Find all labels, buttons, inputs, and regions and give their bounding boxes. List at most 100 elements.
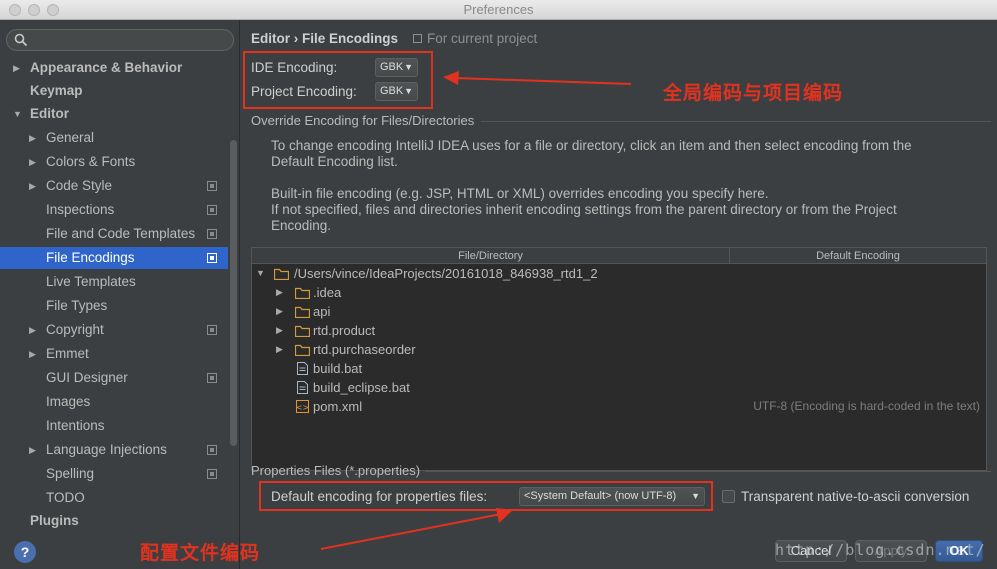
sidebar-item-language-injections[interactable]: ▶ Language Injections	[0, 439, 228, 461]
expand-arrow-icon[interactable]: ▶	[29, 439, 36, 461]
settings-sidebar: ▶ Appearance & Behavior Keymap ▼ Editor …	[0, 20, 240, 569]
table-row[interactable]: ▶ rtd.product	[252, 321, 986, 340]
sidebar-item-label: Copyright	[46, 322, 104, 337]
sidebar-item-images[interactable]: Images	[0, 391, 228, 413]
table-row[interactable]: ▶ .idea	[252, 283, 986, 302]
annotation-arrow-icon	[443, 71, 632, 85]
folder-icon	[295, 325, 310, 337]
file-name: api	[313, 304, 331, 319]
properties-section-title: Properties Files (*.properties)	[251, 463, 421, 478]
sidebar-item-gui-designer[interactable]: GUI Designer	[0, 367, 228, 389]
root-folder-name: /Users/vince/IdeaProjects/20161018_84693…	[294, 266, 598, 281]
file-encoding-table[interactable]: File/Directory Default Encoding ▼ /Users…	[251, 247, 987, 471]
sidebar-item-code-style[interactable]: ▶ Code Style	[0, 175, 228, 197]
sidebar-item-label: Plugins	[30, 513, 79, 528]
folder-icon	[295, 287, 310, 299]
sidebar-item-editor[interactable]: ▼ Editor	[0, 103, 228, 125]
expand-arrow-icon[interactable]: ▶	[276, 302, 283, 321]
sidebar-item-emmet[interactable]: ▶ Emmet	[0, 343, 228, 365]
file-name: build.bat	[313, 361, 363, 376]
folder-icon	[274, 268, 289, 280]
table-row[interactable]: ▶ api	[252, 302, 986, 321]
file-name: build_eclipse.bat	[313, 380, 410, 395]
sidebar-item-label: File Types	[46, 298, 108, 313]
search-icon	[14, 33, 28, 47]
project-scope-icon	[207, 253, 217, 263]
sidebar-item-colors-fonts[interactable]: ▶ Colors & Fonts	[0, 151, 228, 173]
expand-arrow-icon[interactable]: ▶	[276, 283, 283, 302]
sidebar-item-appearance-behavior[interactable]: ▶ Appearance & Behavior	[0, 57, 228, 79]
transparent-conversion-checkbox[interactable]	[722, 490, 735, 503]
project-scope-icon	[207, 373, 217, 383]
help-button[interactable]: ?	[14, 541, 36, 563]
svg-text:<>: <>	[296, 403, 309, 412]
expand-arrow-icon[interactable]: ▶	[29, 151, 36, 173]
window-title: Preferences	[463, 2, 534, 17]
sidebar-item-live-templates[interactable]: Live Templates	[0, 271, 228, 293]
expand-arrow-icon[interactable]: ▶	[29, 343, 36, 365]
sidebar-item-label: Colors & Fonts	[46, 154, 136, 169]
expand-arrow-icon[interactable]: ▶	[276, 340, 283, 359]
project-scope-icon	[207, 469, 217, 479]
table-row-root[interactable]: ▼ /Users/vince/IdeaProjects/20161018_846…	[252, 264, 986, 283]
sidebar-item-label: File and Code Templates	[46, 226, 196, 241]
expand-arrow-icon[interactable]: ▶	[29, 175, 36, 197]
expand-arrow-icon[interactable]: ▶	[29, 319, 36, 341]
transparent-conversion-label: Transparent native-to-ascii conversion	[741, 489, 970, 504]
expand-arrow-icon[interactable]: ▶	[29, 127, 36, 149]
sidebar-item-label: Live Templates	[46, 274, 136, 289]
column-header-file[interactable]: File/Directory	[252, 248, 730, 264]
table-row[interactable]: ▶ rtd.purchaseorder	[252, 340, 986, 359]
xml-file-icon: <>	[296, 400, 309, 413]
project-scope-icon	[207, 181, 217, 191]
project-scope-icon	[207, 325, 217, 335]
expand-arrow-icon[interactable]: ▶	[13, 57, 20, 79]
expand-arrow-icon[interactable]: ▶	[276, 321, 283, 340]
override-section-title: Override Encoding for Files/Directories	[251, 113, 475, 128]
file-name: .idea	[313, 285, 342, 300]
sidebar-item-inspections[interactable]: Inspections	[0, 199, 228, 221]
table-row[interactable]: build.bat	[252, 359, 986, 378]
sidebar-item-label: TODO	[46, 490, 85, 505]
collapse-arrow-icon[interactable]: ▼	[256, 264, 265, 283]
sidebar-item-file-encodings[interactable]: File Encodings	[0, 247, 228, 269]
info-text-2a: Built-in file encoding (e.g. JSP, HTML o…	[271, 186, 769, 201]
file-name: rtd.product	[313, 323, 376, 338]
column-header-encoding[interactable]: Default Encoding	[730, 248, 986, 264]
settings-search-input[interactable]	[6, 29, 234, 51]
table-row[interactable]: <> pom.xml UTF-8 (Encoding is hard-coded…	[252, 397, 986, 416]
annotation-arrow-icon	[320, 508, 513, 550]
file-name: pom.xml	[313, 399, 363, 414]
project-scope-icon	[207, 205, 217, 215]
folder-icon	[295, 306, 310, 318]
sidebar-item-label: Intentions	[46, 418, 105, 433]
sidebar-item-plugins[interactable]: Plugins	[0, 510, 228, 532]
file-encoding-value[interactable]: UTF-8 (Encoding is hard-coded in the tex…	[753, 397, 980, 416]
sidebar-item-keymap[interactable]: Keymap	[0, 80, 228, 102]
collapse-arrow-icon[interactable]: ▼	[13, 103, 22, 125]
sidebar-item-label: Keymap	[30, 83, 83, 98]
info-text-2c: Encoding.	[271, 218, 332, 233]
sidebar-item-general[interactable]: ▶ General	[0, 127, 228, 149]
project-scope-icon	[207, 445, 217, 455]
sidebar-item-todo[interactable]: TODO	[0, 487, 228, 509]
sidebar-item-spelling[interactable]: Spelling	[0, 463, 228, 485]
sidebar-item-file-types[interactable]: File Types	[0, 295, 228, 317]
project-scope-icon	[207, 229, 217, 239]
encoding-highlight-box	[243, 51, 433, 109]
file-encodings-panel: Editor › File Encodings For current proj…	[140, 20, 997, 569]
annotation-properties-encoding: 配置文件编码	[140, 543, 261, 564]
table-row[interactable]: build_eclipse.bat	[252, 378, 986, 397]
file-icon	[297, 381, 308, 394]
file-name: rtd.purchaseorder	[313, 342, 416, 357]
watermark: http://blog.csdn.net/	[775, 541, 986, 559]
window-titlebar: Preferences	[0, 0, 997, 20]
scope-note: For current project	[413, 31, 537, 46]
sidebar-scrollbar[interactable]	[230, 140, 237, 446]
section-divider	[425, 471, 991, 472]
sidebar-item-label: Appearance & Behavior	[30, 60, 183, 75]
sidebar-item-file-code-templates[interactable]: File and Code Templates	[0, 223, 228, 245]
sidebar-item-copyright[interactable]: ▶ Copyright	[0, 319, 228, 341]
sidebar-item-intentions[interactable]: Intentions	[0, 415, 228, 437]
scope-note-text: For current project	[427, 31, 538, 46]
